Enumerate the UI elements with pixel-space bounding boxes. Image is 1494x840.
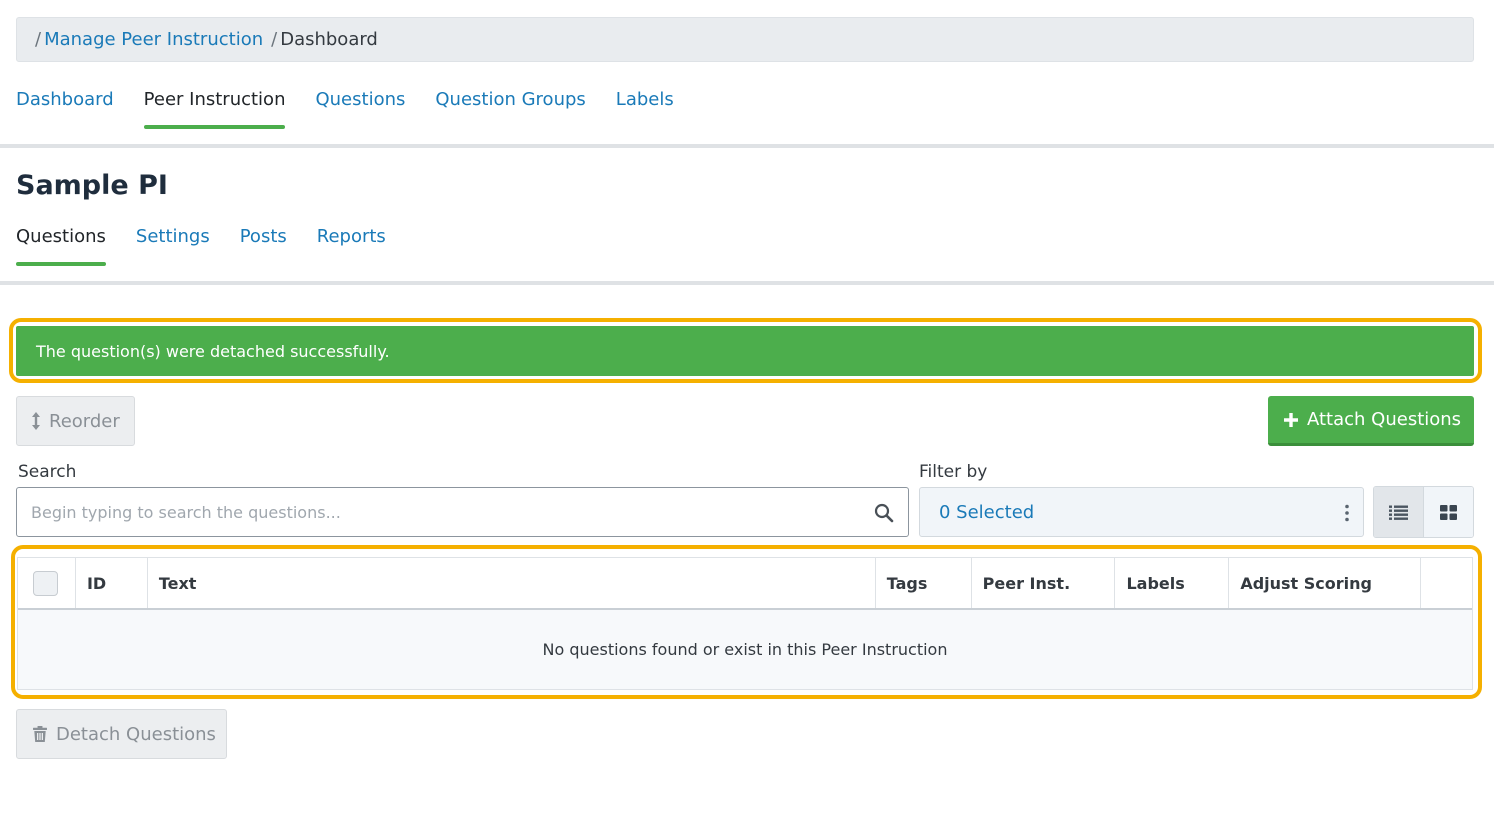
breadcrumb-separator: / — [271, 29, 278, 50]
table-empty-row: No questions found or exist in this Peer… — [18, 610, 1472, 690]
attach-questions-button[interactable]: Attach Questions — [1268, 396, 1474, 446]
subtab-settings[interactable]: Settings — [136, 226, 210, 247]
tab-questions[interactable]: Questions — [315, 89, 405, 110]
column-header-adjust-scoring[interactable]: Adjust Scoring — [1229, 558, 1422, 608]
reorder-label: Reorder — [49, 410, 120, 432]
search-icon[interactable] — [874, 503, 894, 523]
table-header: ID Text Tags Peer Inst. Labels Adjust Sc… — [18, 558, 1472, 610]
header-select-all — [18, 558, 76, 608]
top-nav-tabs: Dashboard Peer Instruction Questions Que… — [16, 89, 704, 129]
column-header-peer-inst[interactable]: Peer Inst. — [972, 558, 1116, 608]
view-toggle — [1373, 486, 1474, 538]
breadcrumb-current: Dashboard — [280, 29, 378, 50]
filter-label: Filter by — [919, 462, 988, 482]
success-alert: The question(s) were detached successful… — [16, 326, 1474, 376]
grid-view-icon — [1439, 504, 1457, 520]
tab-dashboard[interactable]: Dashboard — [16, 89, 114, 110]
reorder-button[interactable]: Reorder — [16, 396, 135, 446]
breadcrumb-link-manage-peer-instruction[interactable]: Manage Peer Instruction — [44, 29, 263, 50]
kebab-icon — [1345, 504, 1349, 522]
column-header-text[interactable]: Text — [148, 558, 876, 608]
detach-questions-label: Detach Questions — [56, 723, 216, 745]
column-header-tags[interactable]: Tags — [876, 558, 972, 608]
attach-questions-label: Attach Questions — [1307, 409, 1462, 430]
plus-icon — [1284, 412, 1298, 427]
alert-message: The question(s) were detached successful… — [36, 341, 390, 361]
breadcrumb-separator: / — [35, 29, 42, 50]
search-input[interactable] — [16, 487, 909, 537]
subtab-questions[interactable]: Questions — [16, 226, 106, 266]
list-view-button[interactable] — [1374, 487, 1424, 537]
subtab-posts[interactable]: Posts — [240, 226, 287, 247]
subtab-reports[interactable]: Reports — [317, 226, 386, 247]
list-view-icon — [1388, 505, 1408, 520]
column-header-id[interactable]: ID — [76, 558, 148, 608]
filter-select[interactable]: 0 Selected — [919, 487, 1364, 537]
search-label: Search — [18, 462, 77, 482]
detach-questions-button[interactable]: Detach Questions — [16, 709, 227, 759]
sub-nav-tabs: Questions Settings Posts Reports — [16, 226, 416, 266]
questions-table: ID Text Tags Peer Inst. Labels Adjust Sc… — [17, 557, 1473, 690]
divider — [0, 144, 1494, 148]
column-header-labels[interactable]: Labels — [1115, 558, 1230, 608]
divider — [0, 281, 1494, 285]
tab-labels[interactable]: Labels — [616, 89, 674, 110]
filter-selected-value: 0 Selected — [939, 501, 1035, 523]
page-title: Sample PI — [16, 170, 168, 201]
tab-question-groups[interactable]: Question Groups — [435, 89, 585, 110]
trash-icon — [33, 726, 47, 742]
empty-message: No questions found or exist in this Peer… — [542, 640, 948, 659]
column-header-actions — [1421, 558, 1472, 608]
grid-view-button[interactable] — [1423, 487, 1473, 537]
select-all-checkbox[interactable] — [33, 570, 58, 596]
arrows-vertical-icon — [32, 412, 40, 430]
breadcrumb: / Manage Peer Instruction / Dashboard — [16, 17, 1474, 62]
tab-peer-instruction[interactable]: Peer Instruction — [143, 89, 285, 129]
